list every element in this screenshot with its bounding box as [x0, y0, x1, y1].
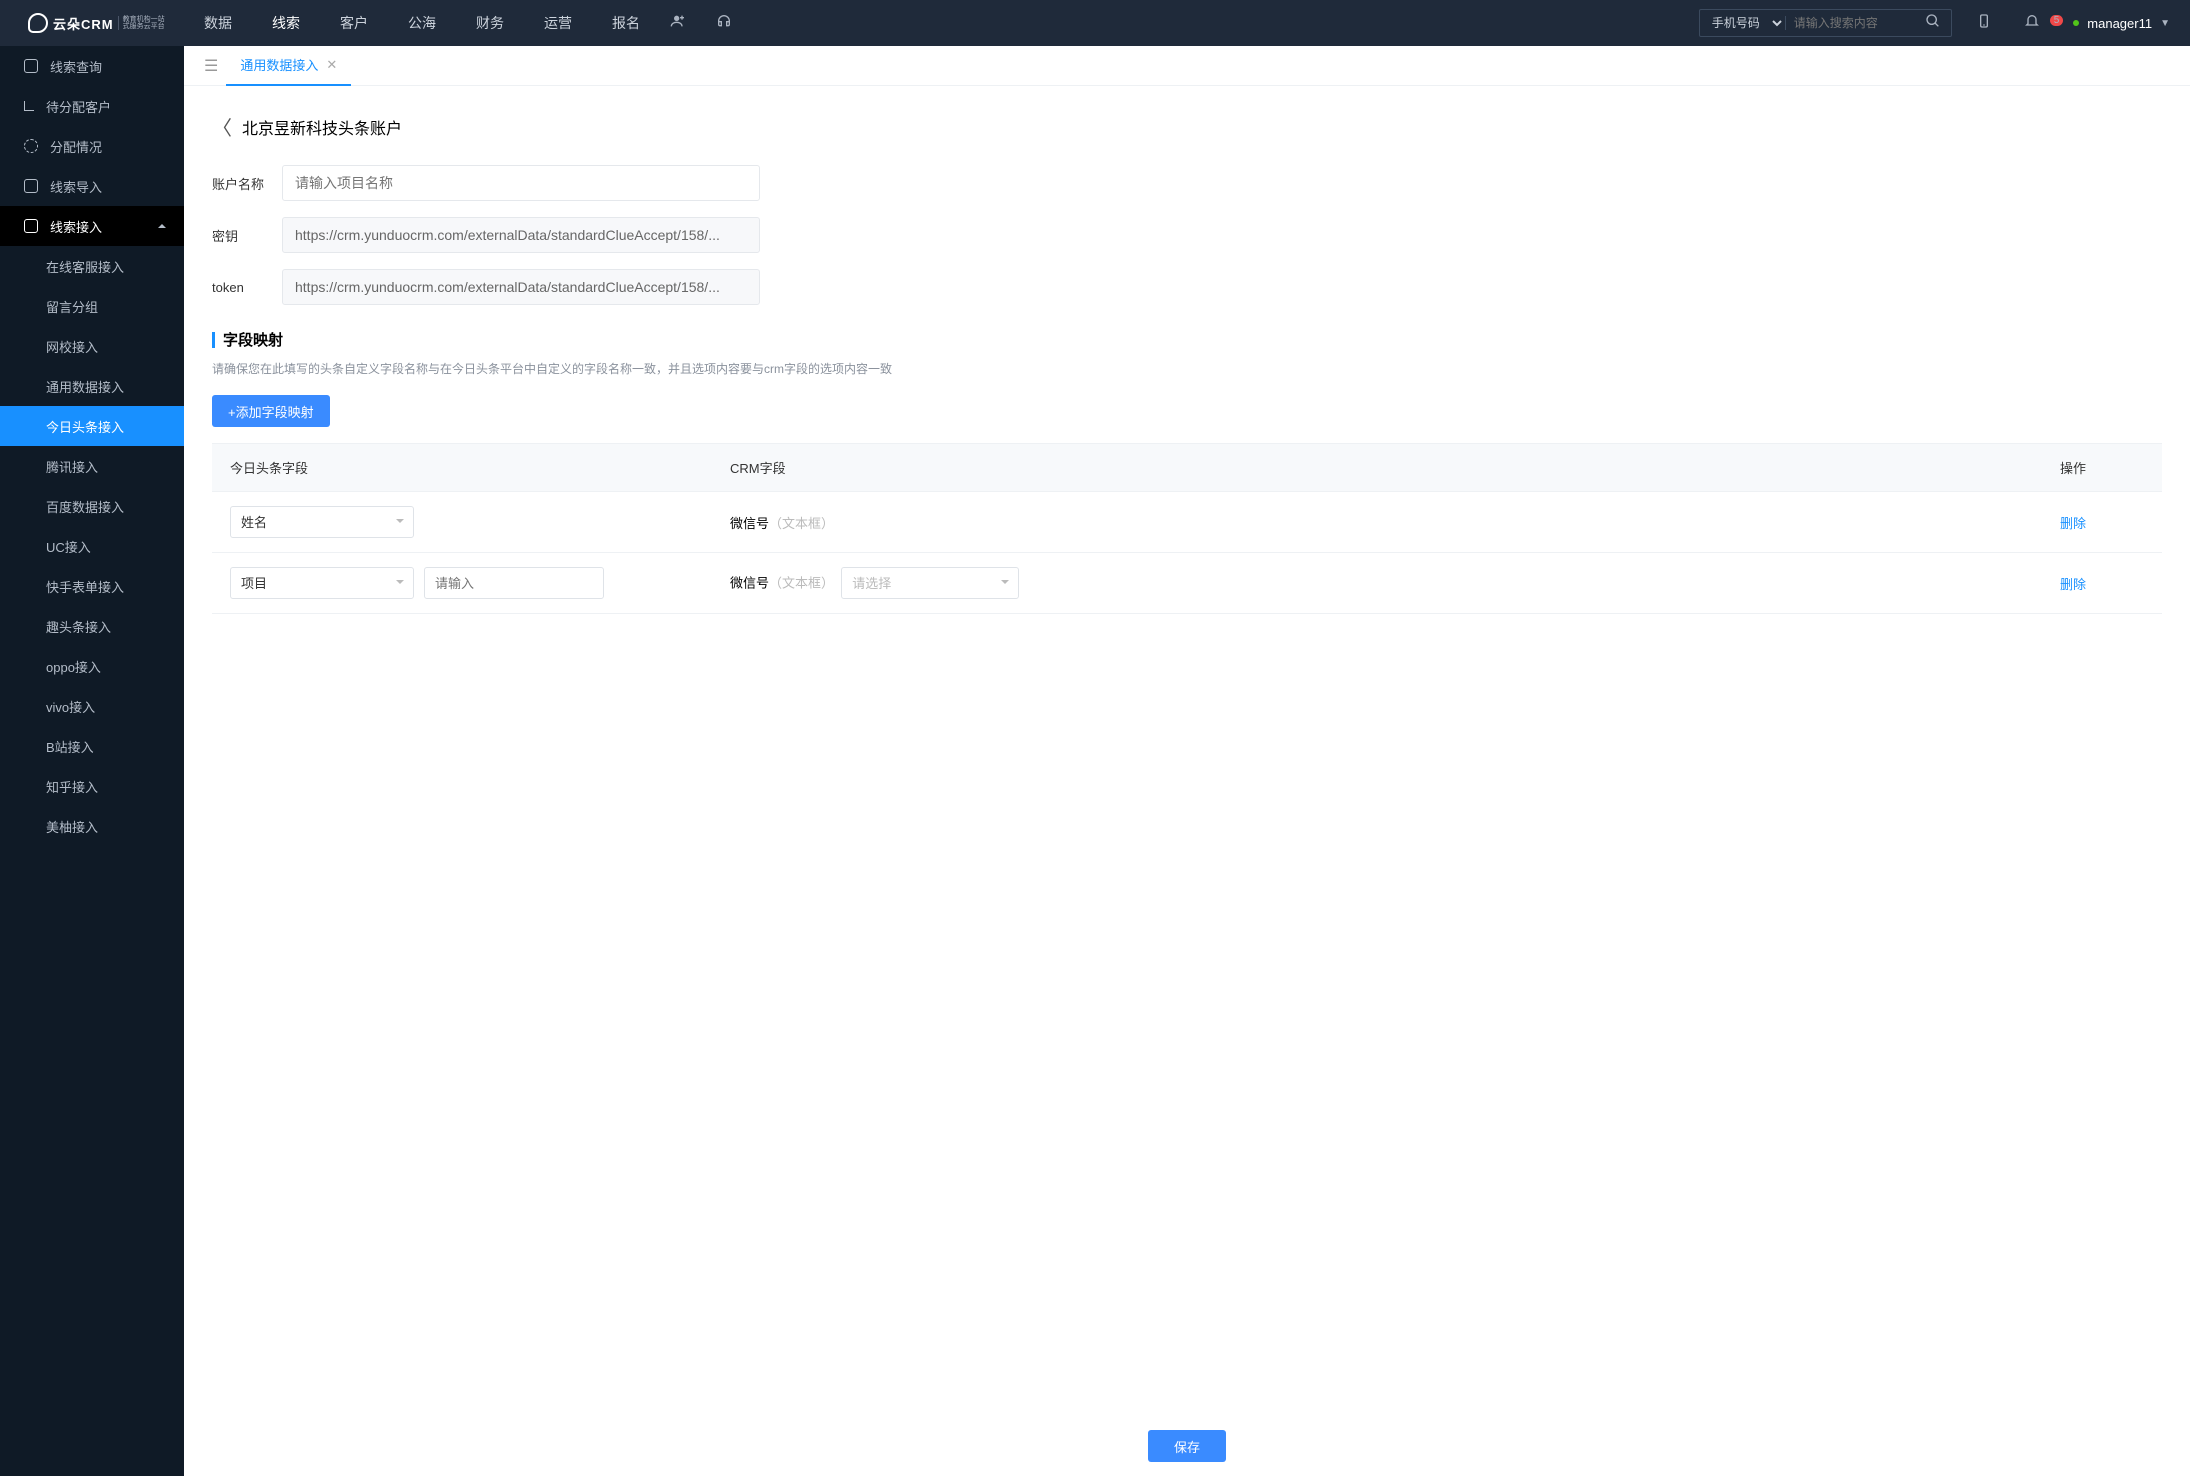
sidebar-item-label: 线索查询	[50, 57, 102, 76]
nav-item[interactable]: 公海	[408, 13, 436, 33]
label-token: token	[212, 280, 282, 295]
sidebar-subitem[interactable]: UC接入	[0, 526, 184, 566]
breadcrumb: 〈 北京昱新科技头条账户	[212, 112, 2162, 141]
col-actions: 操作	[2042, 444, 2162, 491]
table-row: 项目 微信号（文本框） 请选择 删除	[212, 552, 2162, 613]
sidebar-subitem[interactable]: 在线客服接入	[0, 246, 184, 286]
toutiao-field-select[interactable]: 项目	[230, 567, 414, 599]
sidebar-item[interactable]: 分配情况	[0, 126, 184, 166]
tab-label: 通用数据接入	[240, 55, 318, 74]
tab-general-data[interactable]: 通用数据接入 ✕	[226, 46, 351, 86]
bell-icon[interactable]: 5	[2024, 13, 2054, 34]
menu-icon	[24, 101, 34, 111]
menu-icon	[24, 219, 38, 233]
nav-item[interactable]: 财务	[476, 13, 504, 33]
menu-icon	[24, 179, 38, 193]
label-account-name: 账户名称	[212, 174, 282, 193]
main-panel: ☰ 通用数据接入 ✕ 〈 北京昱新科技头条账户 账户名称 密钥 token	[184, 46, 2190, 1476]
search-input[interactable]	[1785, 16, 1915, 30]
col-crm-field: CRM字段	[712, 444, 2042, 491]
sidebar-group-clue-intake[interactable]: 线索接入	[0, 206, 184, 246]
toutiao-field-select[interactable]: 姓名	[230, 506, 414, 538]
nav-item[interactable]: 客户	[340, 13, 368, 33]
tab-menu-icon[interactable]: ☰	[196, 56, 226, 76]
sidebar-subitem[interactable]: 腾讯接入	[0, 446, 184, 486]
crm-field-select[interactable]: 请选择	[841, 567, 1019, 599]
col-toutiao-field: 今日头条字段	[212, 444, 712, 491]
brand-subtitle: 教育机构一站 式服务云平台	[118, 16, 165, 30]
sidebar-subitem[interactable]: 知乎接入	[0, 766, 184, 806]
sidebar-item[interactable]: 线索导入	[0, 166, 184, 206]
sidebar-subitem[interactable]: 快手表单接入	[0, 566, 184, 606]
top-header: 云朵CRM 教育机构一站 式服务云平台 数据线索客户公海财务运营报名 手机号码 …	[0, 0, 2190, 46]
headset-icon[interactable]	[716, 13, 732, 34]
label-secret-key: 密钥	[212, 226, 282, 245]
sidebar: 线索查询待分配客户分配情况线索导入线索接入在线客服接入留言分组网校接入通用数据接…	[0, 46, 184, 1476]
search-type-select[interactable]: 手机号码	[1700, 15, 1785, 31]
logo-block: 云朵CRM 教育机构一站 式服务云平台	[0, 13, 184, 33]
brand-name: 云朵CRM	[53, 14, 114, 33]
notif-badge: 5	[2050, 15, 2064, 26]
sidebar-item[interactable]: 线索查询	[0, 46, 184, 86]
sidebar-item-label: 分配情况	[50, 137, 102, 156]
token-input[interactable]	[282, 269, 760, 305]
tab-bar: ☰ 通用数据接入 ✕	[184, 46, 2190, 86]
menu-icon	[24, 59, 38, 73]
sidebar-subitem[interactable]: 通用数据接入	[0, 366, 184, 406]
user-add-icon[interactable]	[670, 13, 686, 34]
table-row: 姓名 微信号（文本框） 删除	[212, 491, 2162, 552]
account-name-input[interactable]	[282, 165, 760, 201]
menu-icon	[24, 139, 38, 153]
sidebar-subitem[interactable]: 留言分组	[0, 286, 184, 326]
crm-field-label: 微信号	[730, 516, 769, 531]
crm-field-type: （文本框）	[769, 576, 834, 591]
nav-item[interactable]: 报名	[612, 13, 640, 33]
sidebar-subitem[interactable]: 今日头条接入	[0, 406, 184, 446]
sidebar-subitem[interactable]: vivo接入	[0, 686, 184, 726]
status-dot-icon	[2073, 20, 2079, 26]
sidebar-subitem[interactable]: 趣头条接入	[0, 606, 184, 646]
search-icon[interactable]	[1915, 13, 1951, 34]
top-nav: 数据 线索 客户 公海 财务 运营 报名	[184, 13, 660, 33]
delete-row-link[interactable]: 删除	[2060, 516, 2086, 531]
crm-field-label: 微信号	[730, 576, 769, 591]
close-icon[interactable]: ✕	[326, 57, 337, 73]
sidebar-group-label: 线索接入	[50, 217, 102, 236]
add-field-mapping-button[interactable]: +添加字段映射	[212, 395, 330, 427]
sidebar-subitem[interactable]: 百度数据接入	[0, 486, 184, 526]
nav-item[interactable]: 线索	[272, 13, 300, 33]
phone-icon[interactable]	[1976, 13, 1992, 34]
cloud-icon	[28, 13, 48, 33]
sidebar-item-label: 线索导入	[50, 177, 102, 196]
username: manager11	[2087, 16, 2152, 31]
crm-field-type: （文本框）	[769, 516, 834, 531]
nav-item[interactable]: 数据	[204, 13, 232, 33]
page-title: 北京昱新科技头条账户	[242, 115, 402, 139]
back-icon[interactable]: 〈	[212, 112, 232, 141]
toutiao-field-input[interactable]	[424, 567, 604, 599]
save-button[interactable]: 保存	[1148, 1430, 1226, 1462]
sidebar-subitem[interactable]: 网校接入	[0, 326, 184, 366]
sidebar-subitem[interactable]: B站接入	[0, 726, 184, 766]
section-hint: 请确保您在此填写的头条自定义字段名称与在今日头条平台中自定义的字段名称一致，并且…	[212, 360, 2162, 377]
field-mapping-table: 今日头条字段 CRM字段 操作 姓名微信号（文本框）删除项目微信号（文本框） 请…	[212, 443, 2162, 614]
header-search: 手机号码	[1699, 9, 1952, 37]
sidebar-item[interactable]: 待分配客户	[0, 86, 184, 126]
secret-key-input[interactable]	[282, 217, 760, 253]
nav-item[interactable]: 运营	[544, 13, 572, 33]
sidebar-item-label: 待分配客户	[46, 97, 111, 116]
delete-row-link[interactable]: 删除	[2060, 577, 2086, 592]
sidebar-subitem[interactable]: 美柚接入	[0, 806, 184, 846]
user-menu[interactable]: manager11 ▼	[2073, 16, 2170, 31]
chevron-down-icon: ▼	[2160, 18, 2170, 29]
sidebar-subitem[interactable]: oppo接入	[0, 646, 184, 686]
section-title: 字段映射	[212, 329, 2162, 350]
